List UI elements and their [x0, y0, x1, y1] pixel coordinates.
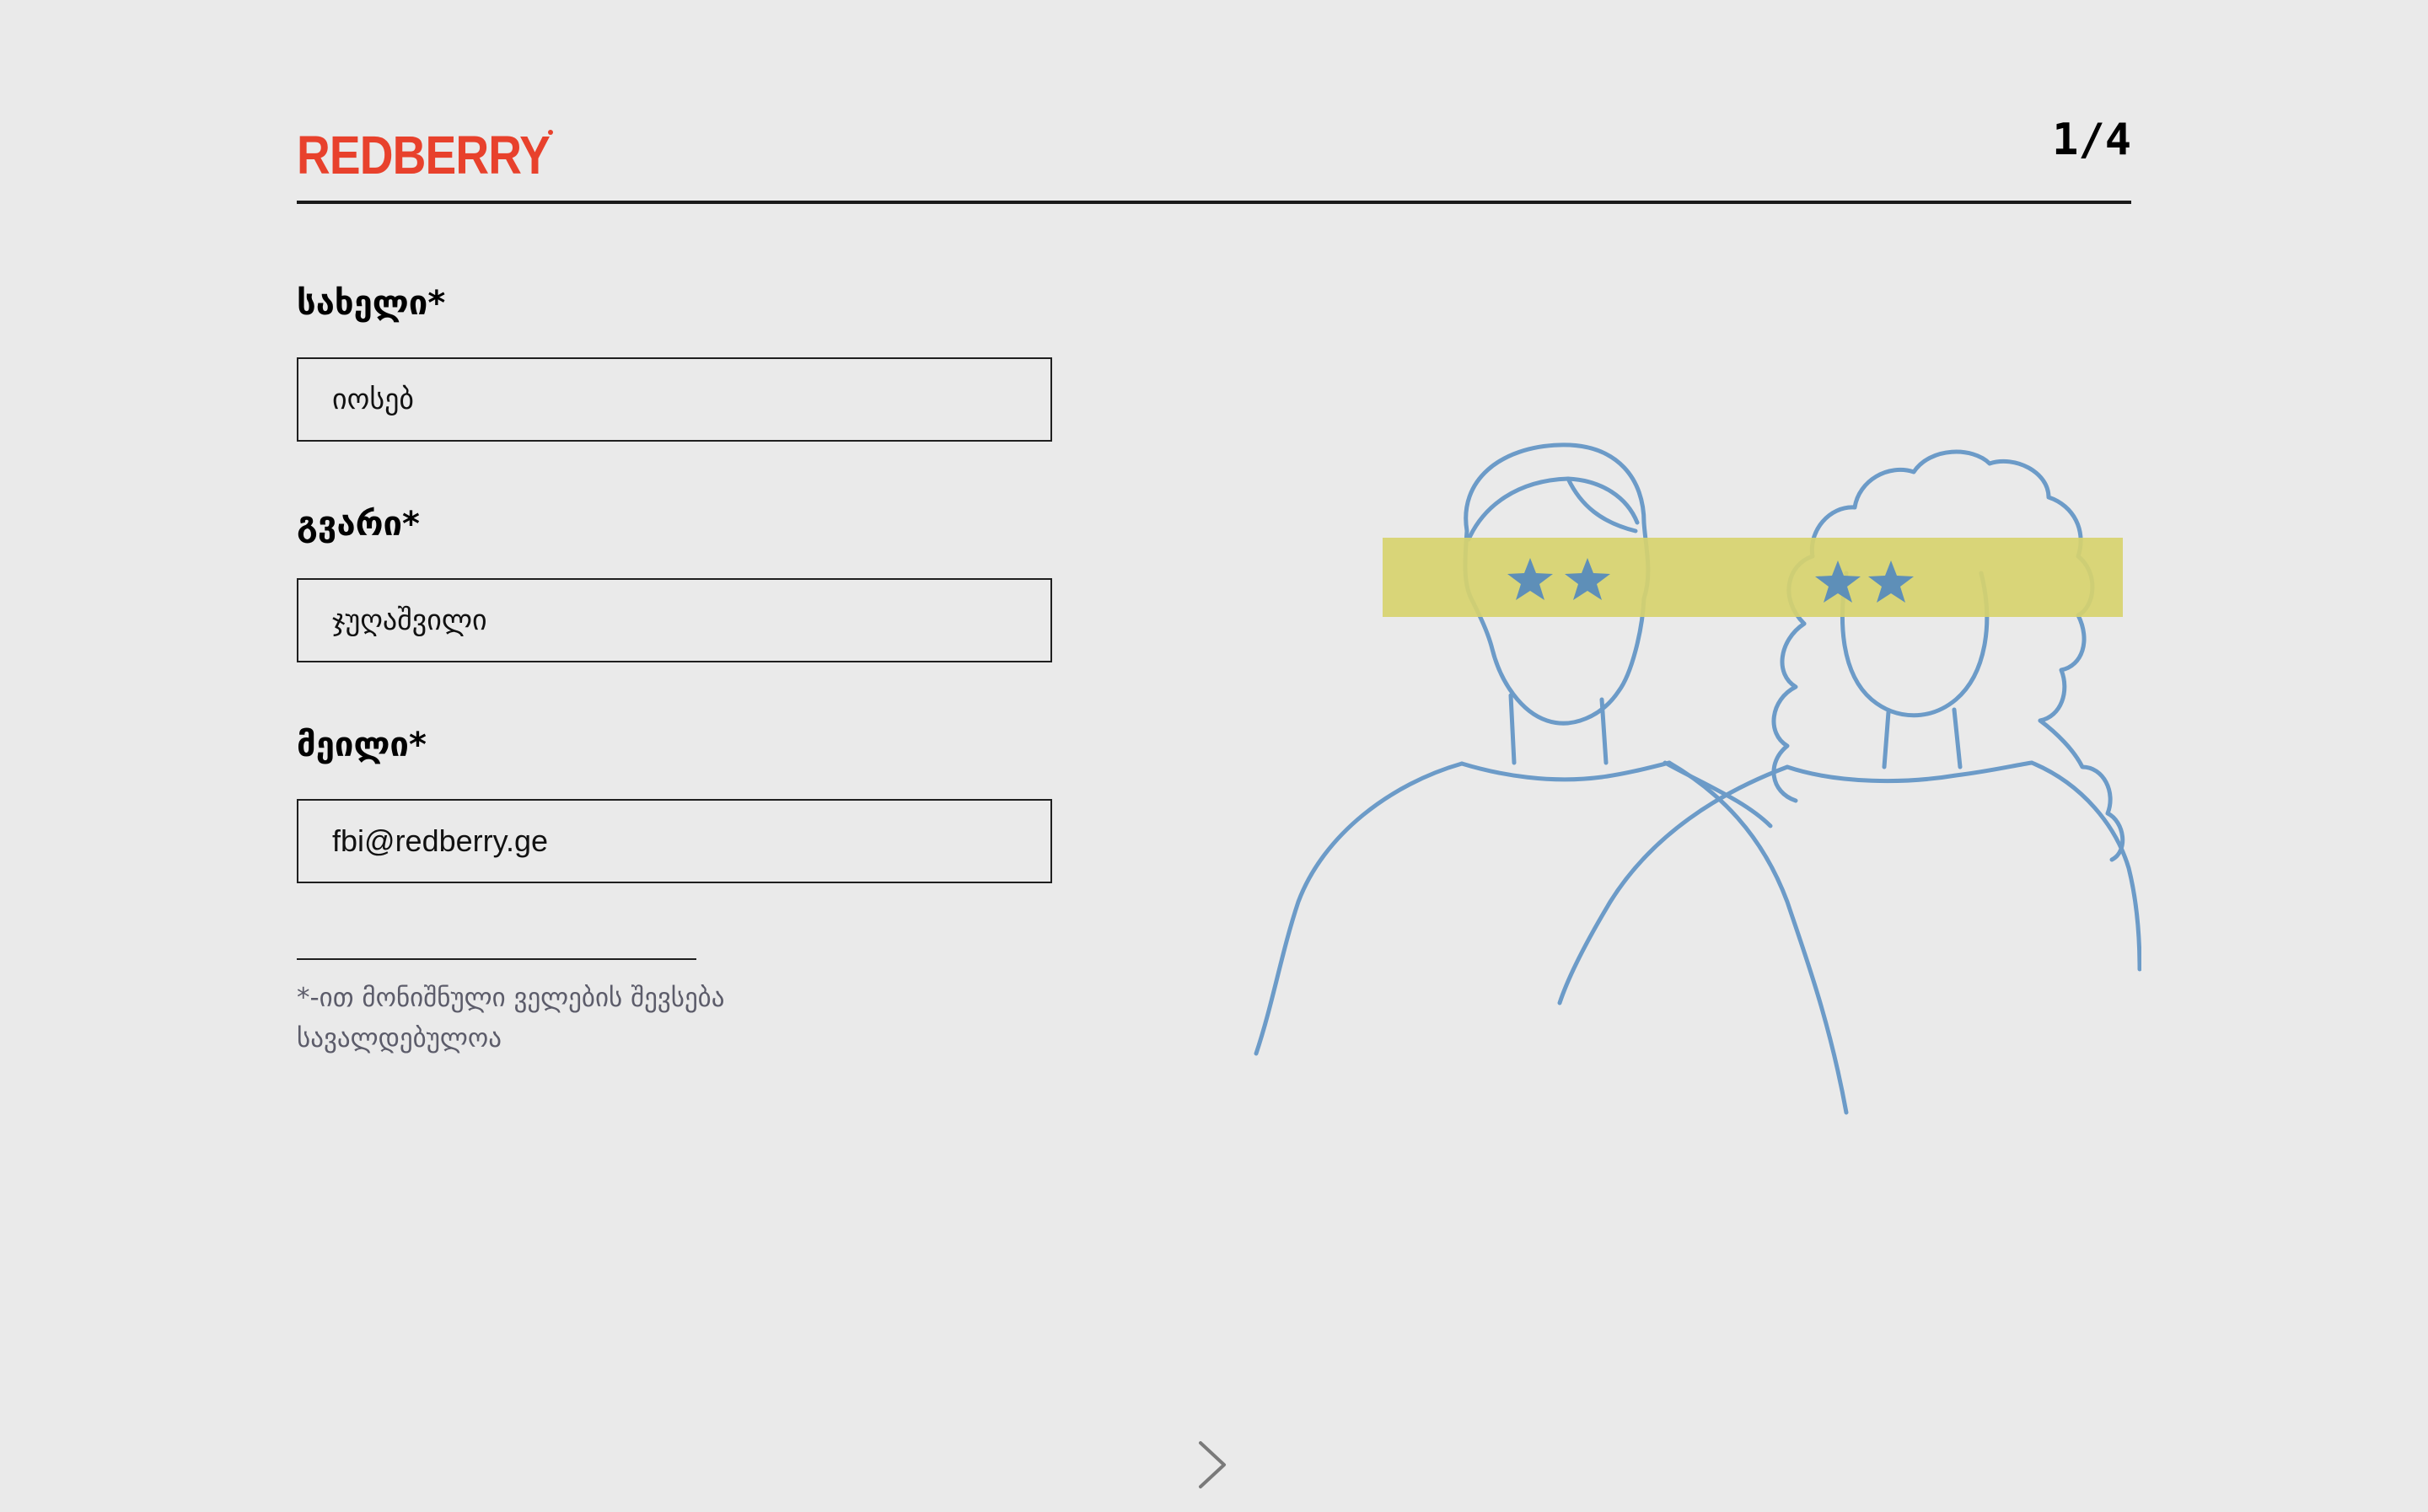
step-counter: 1/4 [2052, 115, 2131, 165]
first-name-label: სახელი* [297, 284, 446, 323]
last-name-input[interactable] [297, 578, 1052, 662]
last-name-label: გვარი* [297, 505, 420, 544]
divider [297, 958, 696, 960]
email-label: მეილი* [297, 726, 427, 764]
logo: REDBERRY [297, 125, 551, 185]
personal-info-form: სახელი* გვარი* მეილი* [297, 287, 1056, 949]
next-step-button[interactable] [1189, 1440, 1239, 1490]
required-fields-note: *-ით მონიშნული ველების შევსება სავალდებუ… [297, 983, 725, 1054]
email-input[interactable] [297, 799, 1052, 883]
header: REDBERRY 1/4 [297, 111, 2131, 204]
two-people-with-star-eyes-illustration [1254, 442, 2141, 1115]
page: REDBERRY 1/4 სახელი* გვარი* მეილი* *-ით … [0, 0, 2428, 1512]
chevron-right-icon [1199, 1441, 1226, 1488]
first-name-input[interactable] [297, 357, 1052, 442]
logo-registered-mark [548, 130, 553, 135]
